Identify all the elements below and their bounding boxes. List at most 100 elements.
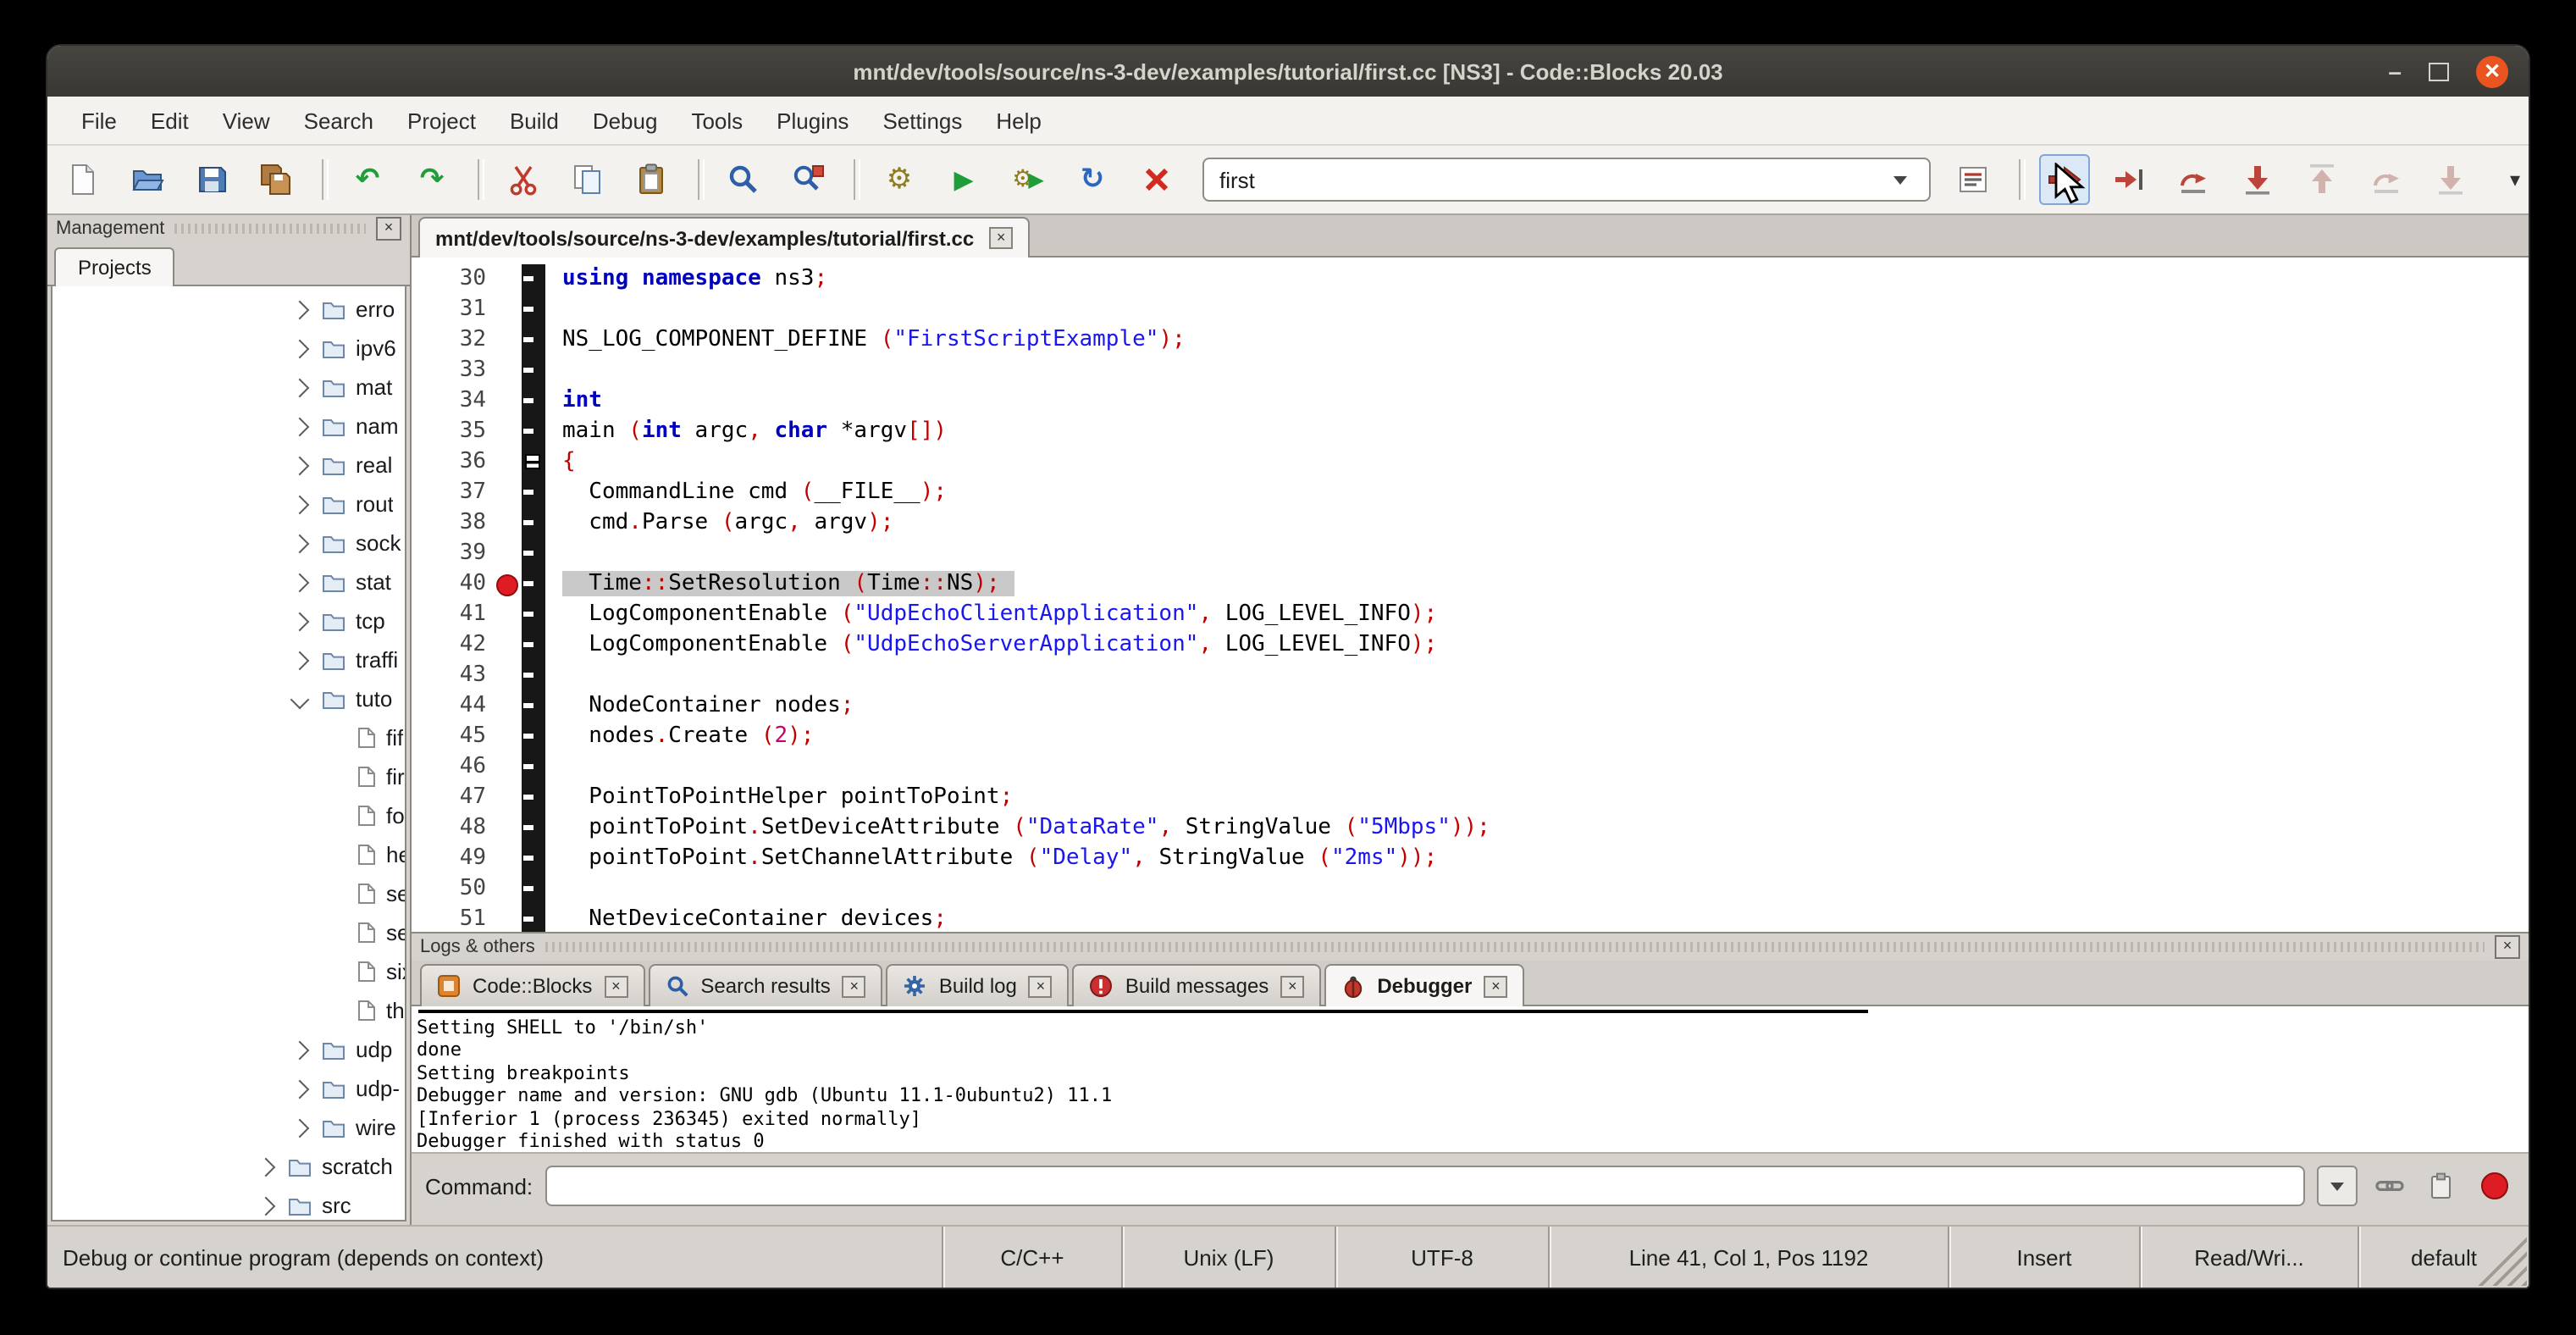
save-button[interactable] xyxy=(186,154,237,205)
step-into-instruction-button[interactable] xyxy=(2425,154,2476,205)
fold-margin[interactable] xyxy=(522,844,545,874)
find-button[interactable] xyxy=(718,154,769,205)
tab-projects[interactable]: Projects xyxy=(54,247,175,286)
maximize-button[interactable] xyxy=(2429,62,2449,80)
chevron-right-icon[interactable] xyxy=(290,378,310,397)
tree-item-fif[interactable]: fif xyxy=(53,718,405,757)
breakpoint-margin[interactable] xyxy=(495,630,522,661)
breakpoint-margin[interactable] xyxy=(495,813,522,844)
menu-project[interactable]: Project xyxy=(390,102,493,138)
logs-tab-build-log[interactable]: Build log× xyxy=(887,964,1070,1006)
cut-button[interactable] xyxy=(498,154,549,205)
tree-item-se[interactable]: se xyxy=(53,913,405,952)
chevron-right-icon[interactable] xyxy=(290,612,310,631)
breakpoint-margin[interactable] xyxy=(495,356,522,386)
project-tree[interactable]: erroipv6matnamrealroutsockstattcptraffit… xyxy=(51,286,406,1221)
titlebar[interactable]: mnt/dev/tools/source/ns-3-dev/examples/t… xyxy=(47,46,2529,97)
tree-item-traffi[interactable]: traffi xyxy=(53,640,405,679)
fold-margin[interactable] xyxy=(522,600,545,630)
breakpoint-margin[interactable] xyxy=(495,691,522,722)
fold-margin[interactable] xyxy=(522,569,545,600)
toolbar-overflow-button[interactable]: ▾ xyxy=(2490,154,2530,205)
fold-margin[interactable] xyxy=(522,295,545,325)
breakpoint-margin[interactable] xyxy=(495,417,522,447)
tree-item-fir[interactable]: fir xyxy=(53,757,405,796)
tree-item-real[interactable]: real xyxy=(53,446,405,485)
chevron-right-icon[interactable] xyxy=(290,339,310,358)
editor-tab-first-cc[interactable]: mnt/dev/tools/source/ns-3-dev/examples/t… xyxy=(418,217,1030,258)
copy-button[interactable] xyxy=(562,154,613,205)
breakpoint-margin[interactable] xyxy=(495,722,522,752)
replace-button[interactable] xyxy=(782,154,833,205)
fold-margin[interactable] xyxy=(522,447,545,478)
tab-close-icon[interactable]: × xyxy=(604,975,627,997)
logs-tab-debugger[interactable]: Debugger× xyxy=(1324,964,1524,1006)
minimize-button[interactable]: – xyxy=(2388,63,2402,80)
breakpoint-margin[interactable] xyxy=(495,386,522,417)
stop-debugger-button[interactable] xyxy=(2474,1166,2515,1206)
fold-margin[interactable] xyxy=(522,661,545,691)
tree-item-src[interactable]: src xyxy=(53,1186,405,1221)
chevron-right-icon[interactable] xyxy=(290,534,310,553)
breakpoint-margin[interactable] xyxy=(495,295,522,325)
attach-button[interactable] xyxy=(2369,1166,2410,1206)
breakpoint-margin[interactable] xyxy=(495,783,522,813)
fold-margin[interactable] xyxy=(522,478,545,508)
code-editor[interactable]: 30using namespace ns3;3132NS_LOG_COMPONE… xyxy=(412,258,2529,932)
menu-file[interactable]: File xyxy=(64,102,134,138)
menu-search[interactable]: Search xyxy=(287,102,390,138)
breakpoint-margin[interactable] xyxy=(495,844,522,874)
breakpoint-margin[interactable] xyxy=(495,905,522,932)
incremental-search-combo[interactable]: first xyxy=(1202,158,1931,202)
breakpoint-margin[interactable] xyxy=(495,874,522,905)
fold-margin[interactable] xyxy=(522,874,545,905)
tree-item-stat[interactable]: stat xyxy=(53,562,405,601)
chevron-down-icon[interactable] xyxy=(1887,175,1914,184)
tree-item-fo[interactable]: fo xyxy=(53,796,405,835)
logs-close-icon[interactable]: × xyxy=(2495,935,2520,959)
menu-help[interactable]: Help xyxy=(979,102,1059,138)
fold-margin[interactable] xyxy=(522,813,545,844)
tree-item-se[interactable]: se xyxy=(53,874,405,913)
undo-button[interactable]: ↶ xyxy=(342,154,393,205)
tree-item-udp[interactable]: udp- xyxy=(53,1069,405,1108)
tree-item-udp[interactable]: udp xyxy=(53,1030,405,1069)
editor-tab-close-icon[interactable]: × xyxy=(989,227,1013,249)
chevron-right-icon[interactable] xyxy=(257,1157,276,1177)
fold-margin[interactable] xyxy=(522,630,545,661)
chevron-right-icon[interactable] xyxy=(290,1118,310,1138)
chevron-right-icon[interactable] xyxy=(290,417,310,436)
fold-margin[interactable] xyxy=(522,905,545,932)
command-input[interactable] xyxy=(544,1166,2305,1206)
fold-margin[interactable] xyxy=(522,539,545,569)
breakpoint-margin[interactable] xyxy=(495,661,522,691)
breakpoint-margin[interactable] xyxy=(495,508,522,539)
chevron-right-icon[interactable] xyxy=(290,495,310,514)
tree-item-six[interactable]: six xyxy=(53,952,405,991)
breakpoint-margin[interactable] xyxy=(495,478,522,508)
tab-close-icon[interactable]: × xyxy=(1280,975,1304,997)
close-button[interactable]: ✕ xyxy=(2476,55,2508,87)
new-file-button[interactable] xyxy=(58,154,108,205)
save-all-button[interactable] xyxy=(251,154,301,205)
chevron-right-icon[interactable] xyxy=(290,456,310,475)
run-button[interactable]: ▶ xyxy=(938,154,989,205)
menu-plugins[interactable]: Plugins xyxy=(760,102,865,138)
tree-item-nam[interactable]: nam xyxy=(53,407,405,446)
tree-item-erro[interactable]: erro xyxy=(53,290,405,329)
breakpoint-margin[interactable] xyxy=(495,600,522,630)
tree-item-mat[interactable]: mat xyxy=(53,368,405,407)
fold-margin[interactable] xyxy=(522,356,545,386)
logs-tab-code-blocks[interactable]: Code::Blocks× xyxy=(420,964,644,1006)
breakpoint-margin[interactable] xyxy=(495,264,522,295)
copy-log-button[interactable] xyxy=(2422,1166,2463,1206)
fold-margin[interactable] xyxy=(522,417,545,447)
tab-close-icon[interactable]: × xyxy=(1029,975,1053,997)
tree-item-wire[interactable]: wire xyxy=(53,1108,405,1147)
next-instruction-button[interactable] xyxy=(2361,154,2412,205)
menu-debug[interactable]: Debug xyxy=(576,102,675,138)
fold-margin[interactable] xyxy=(522,752,545,783)
build-and-run-button[interactable]: ⚙▶ xyxy=(1003,154,1053,205)
tree-item-sock[interactable]: sock xyxy=(53,523,405,562)
chevron-right-icon[interactable] xyxy=(290,1079,310,1099)
